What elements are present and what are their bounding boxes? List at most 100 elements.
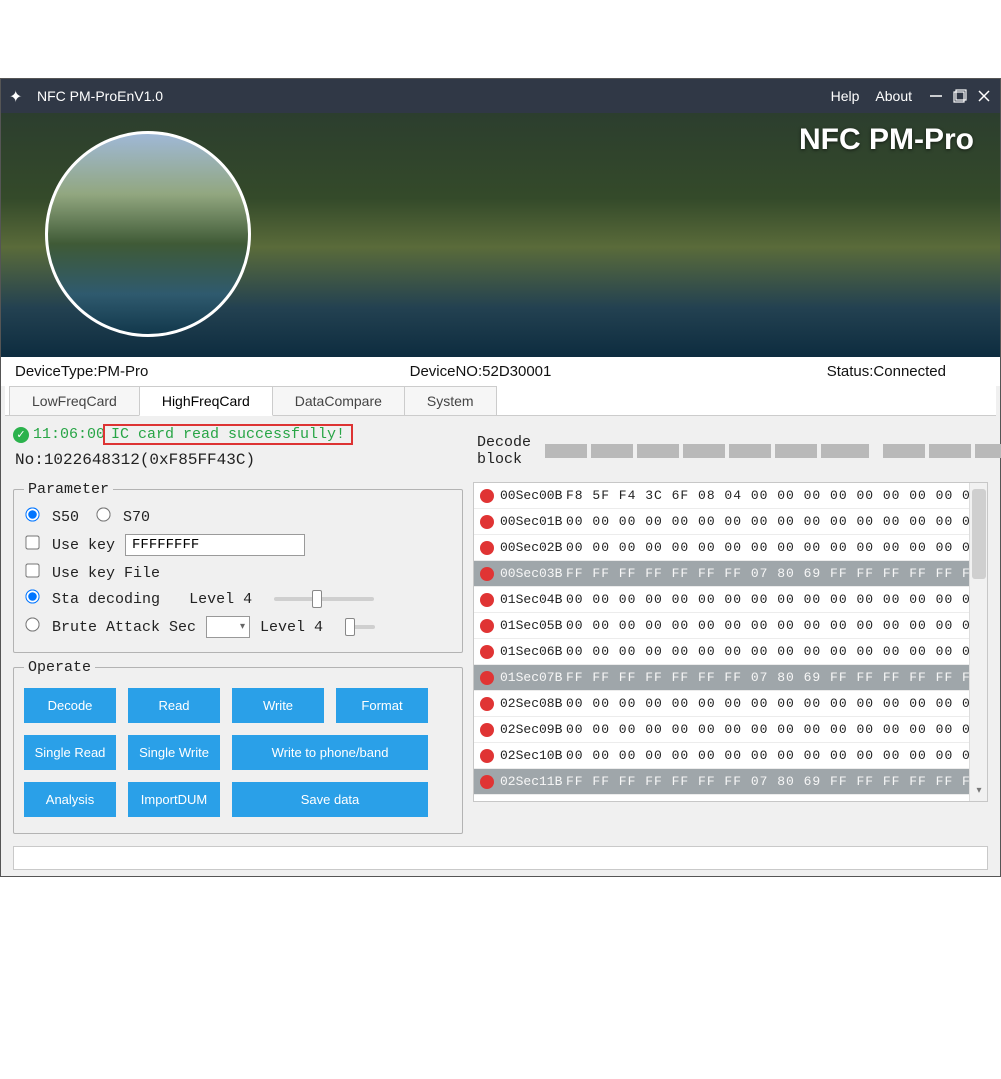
status-dot-icon: [480, 775, 494, 789]
radio-brute[interactable]: Brute Attack Sec: [26, 618, 196, 636]
slider-brute[interactable]: [345, 625, 375, 629]
maximize-icon[interactable]: [952, 88, 968, 104]
bytes: F8 5F F4 3C 6F 08 04 00 00 00 00 00 00 0…: [566, 488, 969, 503]
write-button[interactable]: Write: [232, 688, 324, 723]
tab-datacompare[interactable]: DataCompare: [272, 386, 405, 415]
app-icon: ✦: [9, 87, 27, 105]
tab-lowfreqcard[interactable]: LowFreqCard: [9, 386, 140, 415]
status-dot-icon: [480, 723, 494, 737]
data-row[interactable]: 00Sec00BF8 5F F4 3C 6F 08 04 00 00 00 00…: [474, 483, 969, 509]
level-a: Level 4: [189, 591, 252, 608]
radio-sta-decoding[interactable]: Sta decoding: [26, 590, 160, 608]
window-title: NFC PM-ProEnV1.0: [37, 88, 163, 104]
data-row[interactable]: 01Sec06B00 00 00 00 00 00 00 00 00 00 00…: [474, 639, 969, 665]
menu-help[interactable]: Help: [831, 88, 860, 104]
check-icon: ✓: [13, 427, 29, 443]
bytes: 00 00 00 00 00 00 00 00 00 00 00 00 00 0…: [566, 722, 969, 737]
device-type: DeviceType:PM-Pro: [15, 363, 325, 380]
scrollbar[interactable]: ▾: [969, 483, 987, 801]
parameter-group: Parameter S50 S70 Use key Use key File S…: [13, 481, 463, 653]
status-dot-icon: [480, 567, 494, 581]
data-row[interactable]: 02Sec08B00 00 00 00 00 00 00 00 00 00 00…: [474, 691, 969, 717]
sector-label: 02Sec09B: [500, 722, 566, 737]
menu-about[interactable]: About: [875, 88, 912, 104]
sector-label: 01Sec07B: [500, 670, 566, 685]
data-row[interactable]: 00Sec02B00 00 00 00 00 00 00 00 00 00 00…: [474, 535, 969, 561]
data-row[interactable]: 01Sec04B00 00 00 00 00 00 00 00 00 00 00…: [474, 587, 969, 613]
check-use-key-file[interactable]: Use key File: [26, 564, 160, 582]
data-row[interactable]: 02Sec10B00 00 00 00 00 00 00 00 00 00 00…: [474, 743, 969, 769]
scroll-down-icon[interactable]: ▾: [972, 785, 986, 799]
window-buttons: [928, 88, 992, 104]
slider-sta[interactable]: [274, 597, 374, 601]
analysis-button[interactable]: Analysis: [24, 782, 116, 817]
sector-label: 00Sec01B: [500, 514, 566, 529]
sec-select[interactable]: ▾: [206, 616, 250, 638]
read-status-line: ✓ 11:06:00 IC card read successfully!: [13, 424, 463, 445]
bytes: FF FF FF FF FF FF FF 07 80 69 FF FF FF F…: [566, 774, 969, 789]
tabs: LowFreqCardHighFreqCardDataCompareSystem: [5, 386, 996, 416]
status-dot-icon: [480, 515, 494, 529]
operate-group: Operate Decode Read Write Format Single …: [13, 659, 463, 834]
bytes: 00 00 00 00 00 00 00 00 00 00 00 00 00 0…: [566, 696, 969, 711]
bytes: 00 00 00 00 00 00 00 00 00 00 00 00 00 0…: [566, 618, 969, 633]
sector-label: 01Sec05B: [500, 618, 566, 633]
parameter-legend: Parameter: [24, 481, 113, 498]
save-data-button[interactable]: Save data: [232, 782, 428, 817]
read-message: IC card read successfully!: [111, 426, 345, 443]
data-row[interactable]: 00Sec03BFF FF FF FF FF FF FF 07 80 69 FF…: [474, 561, 969, 587]
sector-label: 02Sec10B: [500, 748, 566, 763]
decode-button[interactable]: Decode: [24, 688, 116, 723]
single-write-button[interactable]: Single Write: [128, 735, 220, 770]
bytes: 00 00 00 00 00 00 00 00 00 00 00 00 00 0…: [566, 592, 969, 607]
hero-title: NFC PM-Pro: [799, 123, 974, 157]
check-use-key[interactable]: Use key: [26, 536, 115, 554]
radio-s70[interactable]: S70: [97, 508, 150, 526]
read-button[interactable]: Read: [128, 688, 220, 723]
single-read-button[interactable]: Single Read: [24, 735, 116, 770]
read-time: 11:06:00: [33, 426, 105, 443]
decode-label: Decode block: [477, 434, 531, 468]
sector-label: 00Sec00B: [500, 488, 566, 503]
sector-label: 00Sec02B: [500, 540, 566, 555]
tab-system[interactable]: System: [404, 386, 497, 415]
sector-label: 01Sec06B: [500, 644, 566, 659]
import-button[interactable]: ImportDUM: [128, 782, 220, 817]
app-window: ✦ NFC PM-ProEnV1.0 Help About NFC PM-Pro…: [0, 78, 1001, 877]
device-status: Status:Connected: [636, 363, 986, 380]
level-b: Level 4: [260, 619, 323, 636]
write-phone-button[interactable]: Write to phone/band: [232, 735, 428, 770]
data-row[interactable]: 02Sec09B00 00 00 00 00 00 00 00 00 00 00…: [474, 717, 969, 743]
footer-bar: [13, 846, 988, 870]
data-row[interactable]: 02Sec11BFF FF FF FF FF FF FF 07 80 69 FF…: [474, 769, 969, 795]
status-dot-icon: [480, 593, 494, 607]
operate-legend: Operate: [24, 659, 95, 676]
key-input[interactable]: [125, 534, 305, 556]
hero-banner: NFC PM-Pro: [1, 113, 1000, 357]
status-dot-icon: [480, 697, 494, 711]
device-no: DeviceNO:52D30001: [325, 363, 635, 380]
radio-s50[interactable]: S50: [26, 508, 79, 526]
status-dot-icon: [480, 619, 494, 633]
status-dot-icon: [480, 671, 494, 685]
scroll-thumb[interactable]: [972, 489, 986, 579]
data-row[interactable]: 01Sec05B00 00 00 00 00 00 00 00 00 00 00…: [474, 613, 969, 639]
decode-segments: [545, 444, 1001, 458]
sector-label: 02Sec11B: [500, 774, 566, 789]
bytes: 00 00 00 00 00 00 00 00 00 00 00 00 00 0…: [566, 514, 969, 529]
device-info-bar: DeviceType:PM-Pro DeviceNO:52D30001 Stat…: [1, 357, 1000, 386]
sector-label: 00Sec03B: [500, 566, 566, 581]
bytes: FF FF FF FF FF FF FF 07 80 69 FF FF FF F…: [566, 566, 969, 581]
hero-circle-image: [45, 131, 251, 337]
format-button[interactable]: Format: [336, 688, 428, 723]
status-dot-icon: [480, 645, 494, 659]
decode-header: Decode block: [473, 424, 988, 482]
bytes: 00 00 00 00 00 00 00 00 00 00 00 00 00 0…: [566, 644, 969, 659]
data-row[interactable]: 01Sec07BFF FF FF FF FF FF FF 07 80 69 FF…: [474, 665, 969, 691]
sector-label: 02Sec08B: [500, 696, 566, 711]
data-row[interactable]: 00Sec01B00 00 00 00 00 00 00 00 00 00 00…: [474, 509, 969, 535]
close-icon[interactable]: [976, 88, 992, 104]
minimize-icon[interactable]: [928, 88, 944, 104]
status-dot-icon: [480, 749, 494, 763]
tab-highfreqcard[interactable]: HighFreqCard: [139, 386, 273, 416]
